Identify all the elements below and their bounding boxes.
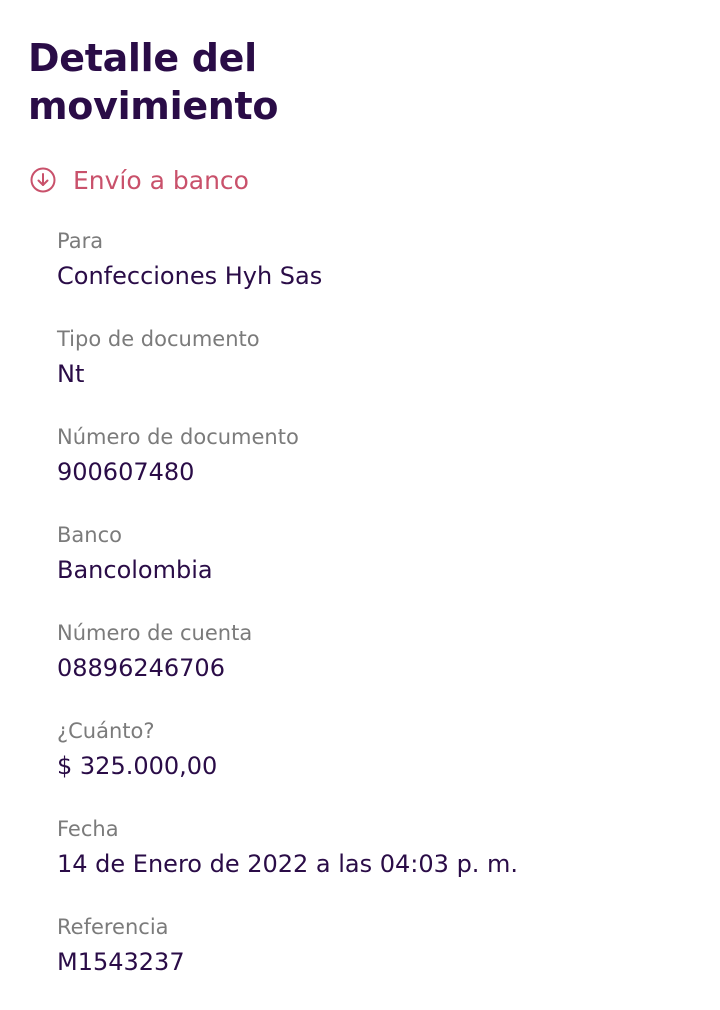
field-amount: ¿Cuánto? $ 325.000,00 [57, 716, 697, 814]
field-label: Referencia [57, 915, 169, 939]
field-value: 900607480 [57, 458, 195, 486]
field-label: Fecha [57, 817, 119, 841]
field-label: Número de cuenta [57, 621, 253, 645]
field-date: Fecha 14 de Enero de 2022 a las 04:03 p.… [57, 814, 697, 912]
page-title-line-2: movimiento [28, 84, 279, 128]
field-bank: Banco Bancolombia [57, 520, 697, 618]
field-value: Confecciones Hyh Sas [57, 262, 323, 290]
field-reference: Referencia M1543237 [57, 912, 697, 1010]
field-label: Número de documento [57, 425, 299, 449]
field-account-number: Número de cuenta 08896246706 [57, 618, 697, 716]
field-value: Nt [57, 360, 85, 388]
field-label: ¿Cuánto? [57, 719, 155, 743]
field-value: 14 de Enero de 2022 a las 04:03 p. m. [57, 850, 519, 878]
field-document-number: Número de documento 900607480 [57, 422, 697, 520]
field-recipient: Para Confecciones Hyh Sas [57, 226, 697, 324]
field-value: $ 325.000,00 [57, 752, 218, 780]
page-title-line-1: Detalle del [28, 36, 257, 80]
field-value: 08896246706 [57, 654, 225, 682]
field-value: M1543237 [57, 948, 185, 976]
field-label: Para [57, 229, 104, 253]
field-label: Tipo de documento [57, 327, 260, 351]
movement-details: Para Confecciones Hyh Sas Tipo de docume… [57, 226, 697, 1010]
field-label: Banco [57, 523, 122, 547]
arrow-down-circle-icon [30, 167, 56, 193]
field-value: Bancolombia [57, 556, 213, 584]
page-title: Detalle del movimiento [28, 34, 279, 130]
movement-type: Envío a banco [30, 162, 249, 198]
field-document-type: Tipo de documento Nt [57, 324, 697, 422]
movement-type-label: Envío a banco [73, 165, 249, 195]
